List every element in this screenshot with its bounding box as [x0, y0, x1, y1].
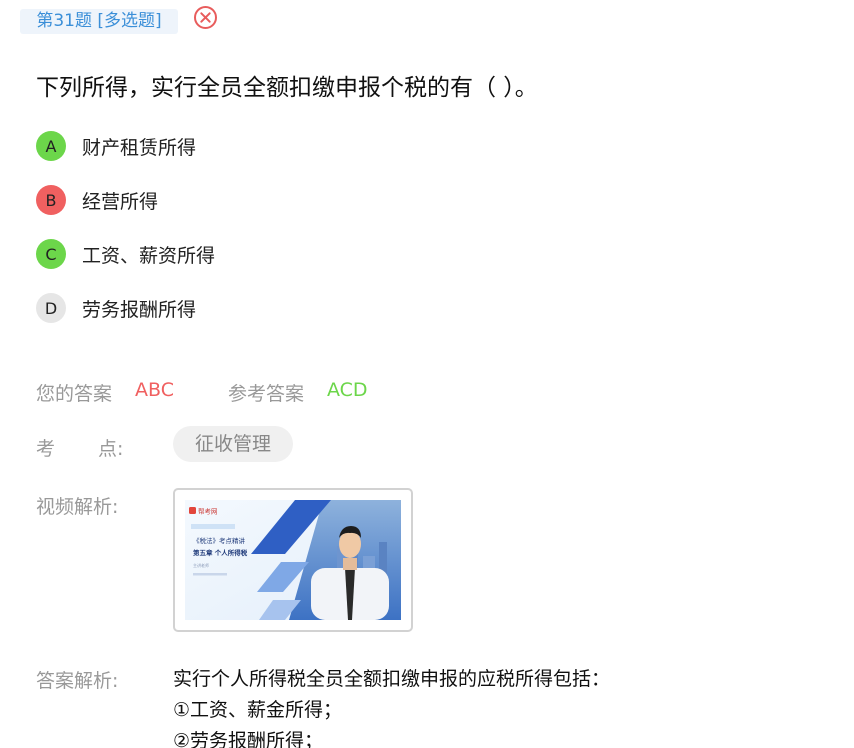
knowledge-point-label-suffix: 点:	[98, 438, 124, 460]
video-title-text: 《税法》考点精讲	[193, 536, 246, 545]
option-label: 劳务报酬所得	[82, 298, 197, 321]
video-logo-text: 帮考网	[198, 507, 218, 516]
option-label: 财产租赁所得	[82, 136, 197, 159]
reference-answer-label: 参考答案	[228, 383, 305, 405]
video-preview-image: 帮考网 《税法》考点精讲 第五章 个人所得税 主讲老师	[185, 500, 401, 620]
option-letter-badge: A	[36, 131, 66, 161]
answer-analysis-text: 实行个人所得税全员全额扣缴申报的应税所得包括： ①工资、薪金所得； ②劳务报酬所…	[173, 664, 610, 748]
question-type-tag: 第31题 [多选题]	[20, 9, 178, 34]
knowledge-point-label: 考	[36, 438, 56, 460]
video-teacher-text: 主讲老师	[193, 562, 209, 568]
reference-answer-value: ACD	[327, 379, 368, 401]
question-text: 下列所得，实行全员全额扣缴申报个税的有（ ）。	[36, 75, 538, 101]
answer-analysis-label: 答案解析:	[36, 670, 119, 692]
your-answer-value: ABC	[135, 379, 174, 401]
option-label: 经营所得	[82, 190, 159, 213]
close-icon[interactable]	[193, 5, 218, 30]
video-chapter-text: 第五章 个人所得税	[193, 548, 248, 557]
option-c[interactable]: C 工资、薪资所得	[36, 239, 215, 269]
analysis-line: ②劳务报酬所得；	[173, 730, 324, 748]
analysis-line: 实行个人所得税全员全额扣缴申报的应税所得包括：	[173, 668, 611, 690]
option-letter-badge: D	[36, 293, 66, 323]
your-answer-label: 您的答案	[36, 383, 113, 405]
video-analysis-label: 视频解析:	[36, 496, 119, 518]
question-page: 第31题 [多选题] 下列所得，实行全员全额扣缴申报个税的有（ ）。 A 财产租…	[0, 0, 854, 748]
option-label: 工资、薪资所得	[82, 244, 216, 267]
option-d[interactable]: D 劳务报酬所得	[36, 293, 196, 323]
option-letter-badge: B	[36, 185, 66, 215]
option-a[interactable]: A 财产租赁所得	[36, 131, 196, 161]
knowledge-point-tag[interactable]: 征收管理	[173, 426, 293, 462]
video-thumbnail[interactable]: 帮考网 《税法》考点精讲 第五章 个人所得税 主讲老师	[173, 488, 413, 632]
option-b[interactable]: B 经营所得	[36, 185, 158, 215]
option-letter-badge: C	[36, 239, 66, 269]
analysis-line: ①工资、薪金所得；	[173, 699, 343, 721]
